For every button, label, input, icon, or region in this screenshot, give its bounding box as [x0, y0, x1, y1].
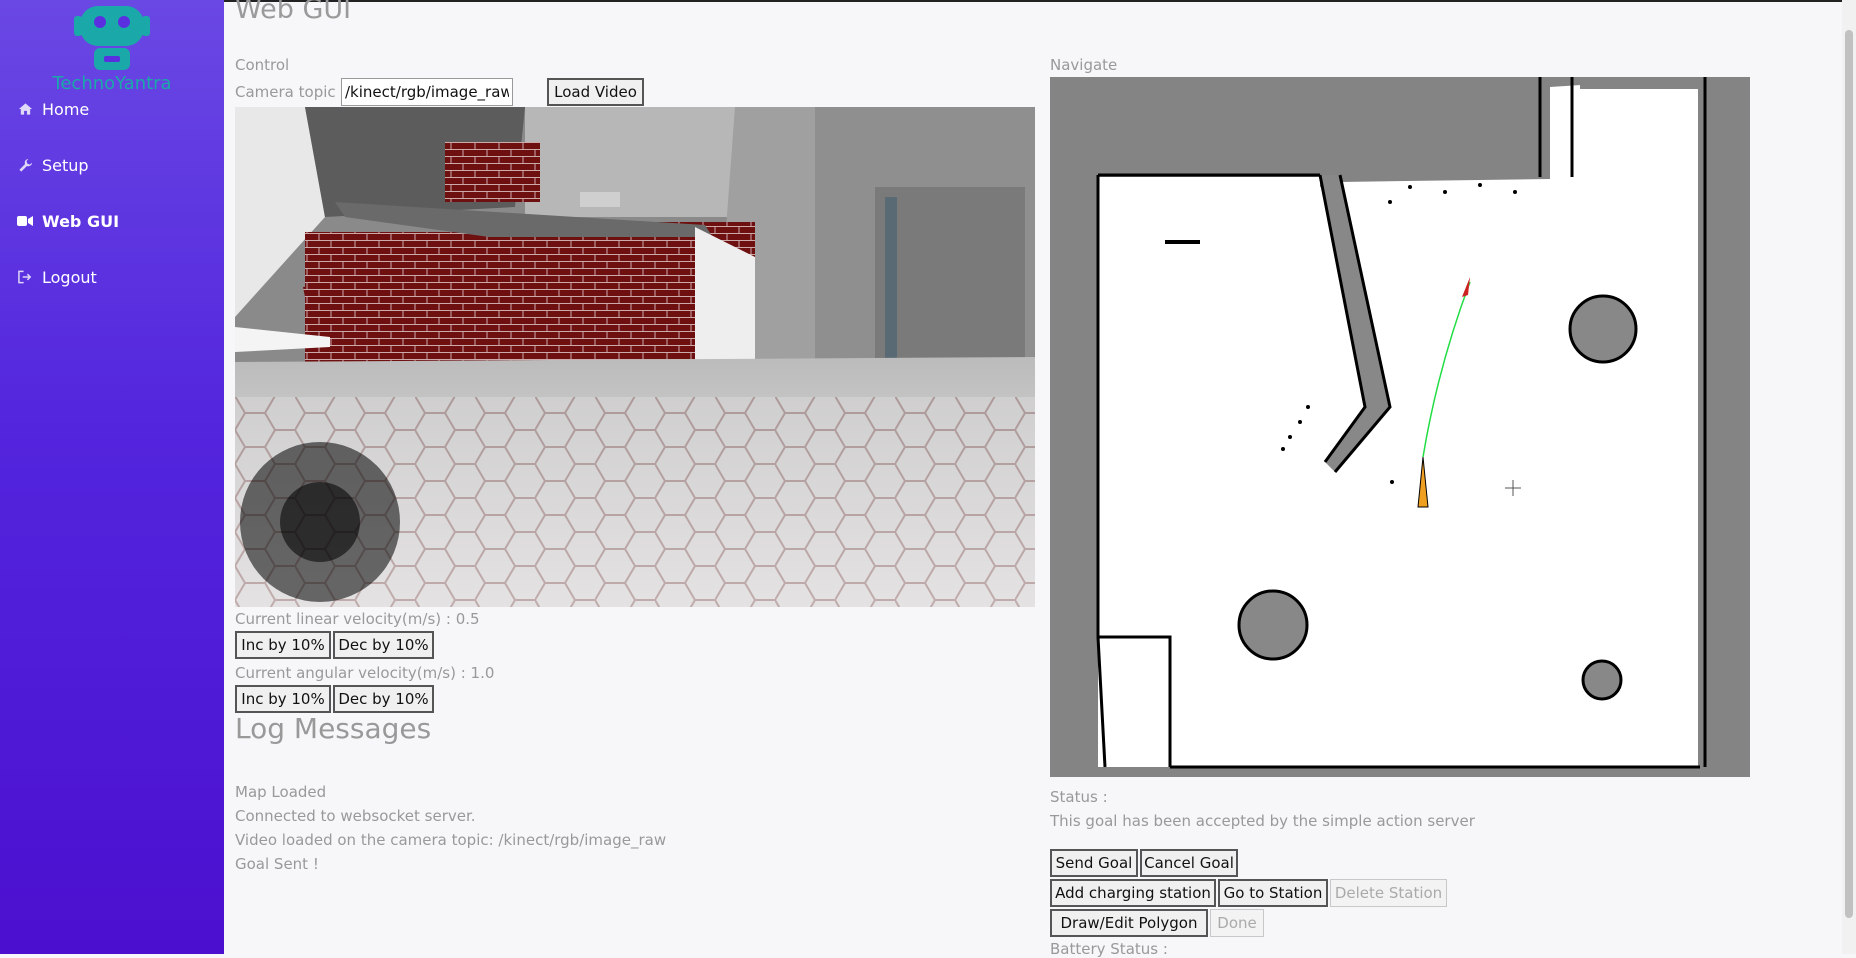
log-message: Connected to websocket server.	[235, 807, 476, 825]
scrollbar-thumb[interactable]	[1845, 30, 1853, 918]
draw-edit-polygon-button[interactable]: Draw/Edit Polygon	[1050, 909, 1208, 937]
video-camera-icon	[17, 213, 33, 229]
sidebar-item-web-gui[interactable]: Web GUI	[17, 206, 119, 236]
send-goal-button[interactable]: Send Goal	[1050, 849, 1138, 877]
delete-station-button[interactable]: Delete Station	[1330, 879, 1447, 907]
linear-dec-button[interactable]: Dec by 10%	[333, 631, 434, 659]
sidebar-item-label: Setup	[42, 155, 89, 175]
angular-dec-button[interactable]: Dec by 10%	[333, 685, 434, 713]
linear-velocity-label: Current linear velocity(m/s) : 0.5	[235, 610, 480, 628]
sign-out-icon	[17, 269, 33, 285]
sidebar-item-label: Logout	[42, 267, 97, 287]
navigation-map[interactable]	[1050, 77, 1750, 777]
main-content: Web GUI Control Camera topic : Load Vide…	[224, 0, 1856, 958]
battery-status-label: Battery Status :	[1050, 940, 1168, 958]
angular-inc-button[interactable]: Inc by 10%	[235, 685, 331, 713]
done-button[interactable]: Done	[1210, 909, 1264, 937]
sidebar-item-label: Web GUI	[42, 211, 120, 231]
camera-video-feed	[235, 107, 1035, 607]
load-video-button[interactable]: Load Video	[547, 78, 644, 106]
sidebar-item-logout[interactable]: Logout	[17, 262, 97, 292]
status-text: This goal has been accepted by the simpl…	[1050, 812, 1475, 830]
go-to-station-button[interactable]: Go to Station	[1218, 879, 1328, 907]
add-charging-station-button[interactable]: Add charging station	[1050, 879, 1216, 907]
sidebar-item-label: Home	[42, 99, 90, 119]
angular-velocity-label: Current angular velocity(m/s) : 1.0	[235, 664, 495, 682]
page-scrollbar[interactable]	[1842, 0, 1856, 954]
home-icon	[17, 101, 33, 117]
linear-inc-button[interactable]: Inc by 10%	[235, 631, 331, 659]
sidebar-item-setup[interactable]: Setup	[17, 150, 89, 180]
cancel-goal-button[interactable]: Cancel Goal	[1140, 849, 1238, 877]
control-heading: Control	[235, 56, 290, 74]
wrench-icon	[17, 157, 33, 173]
sidebar-item-home[interactable]: Home	[17, 94, 89, 124]
brand-name: TechnoYantra	[52, 73, 172, 94]
status-label: Status :	[1050, 788, 1108, 806]
sidebar: TechnoYantra Home Setup Web GUI Logout	[0, 0, 224, 954]
camera-topic-input[interactable]	[341, 78, 513, 106]
log-message: Goal Sent !	[235, 855, 319, 873]
log-message: Video loaded on the camera topic: /kinec…	[235, 831, 667, 849]
log-messages-title: Log Messages	[235, 712, 432, 745]
camera-scene	[235, 107, 1035, 607]
navigate-heading: Navigate	[1050, 56, 1118, 74]
camera-topic-label: Camera topic :	[235, 83, 346, 101]
page-title: Web GUI	[235, 0, 352, 25]
log-message: Map Loaded	[235, 783, 327, 801]
occupancy-grid	[1050, 77, 1750, 777]
